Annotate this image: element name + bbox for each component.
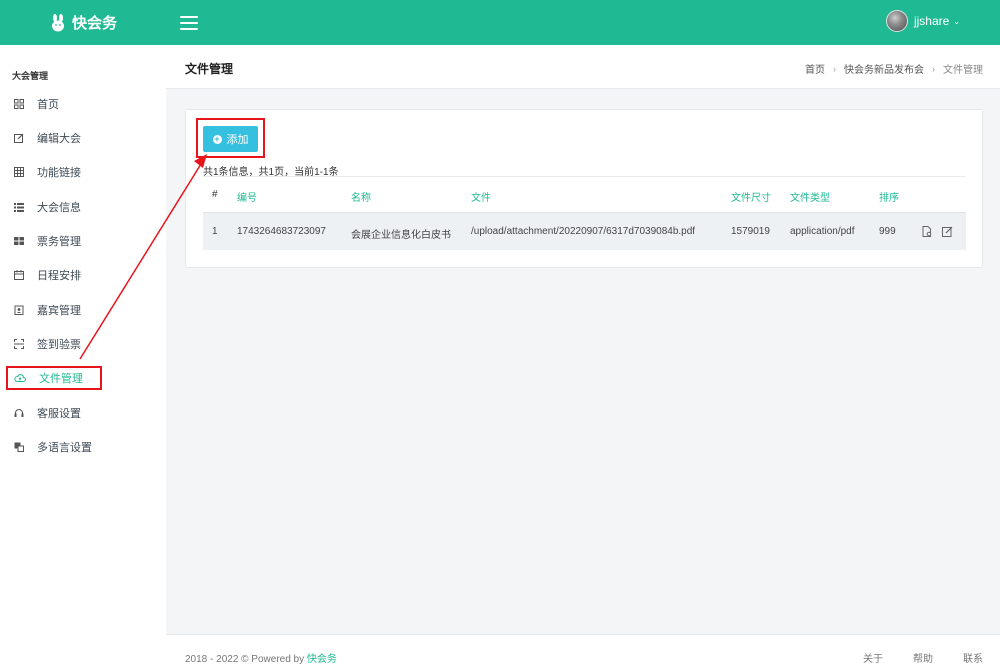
- breadcrumb-current: 文件管理: [943, 65, 983, 76]
- add-button[interactable]: + 添加: [203, 126, 258, 152]
- edit-icon[interactable]: [942, 226, 953, 237]
- cell-index: 1: [212, 226, 218, 237]
- chevron-down-icon: ⌄: [953, 16, 960, 26]
- add-button-label: 添加: [226, 134, 249, 146]
- translate-icon: [14, 442, 24, 452]
- sidebar-item-conference-info[interactable]: 大会信息: [0, 195, 166, 219]
- sidebar-item-guests[interactable]: 嘉宾管理: [0, 298, 166, 322]
- sidebar-item-label: 首页: [37, 99, 59, 111]
- page-header: 文件管理 首页 › 快会务新品发布会 › 文件管理: [166, 45, 1000, 89]
- sidebar-item-label: 多语言设置: [37, 442, 92, 454]
- footer-link-help[interactable]: 帮助: [913, 650, 933, 665]
- cell-name: 会展企业信息化白皮书: [351, 230, 451, 241]
- file-view-icon[interactable]: [922, 226, 933, 237]
- copyright-text: 2018 - 2022 © Powered by: [185, 654, 307, 665]
- column-header-index: #: [212, 189, 218, 200]
- sidebar-item-label: 编辑大会: [37, 133, 81, 145]
- powered-by-link[interactable]: 快会务: [307, 654, 337, 665]
- sidebar-item-edit-conference[interactable]: 编辑大会: [0, 126, 166, 150]
- footer: 2018 - 2022 © Powered by 快会务 关于 帮助 联系: [166, 634, 1000, 671]
- sidebar-item-label: 日程安排: [37, 270, 81, 282]
- calendar-icon: [14, 270, 24, 280]
- column-header-name: 名称: [351, 193, 371, 204]
- edit-icon: [14, 133, 24, 143]
- scan-icon: [14, 339, 24, 349]
- cell-size: 1579019: [731, 226, 770, 237]
- breadcrumb-home[interactable]: 首页: [805, 61, 825, 76]
- chevron-right-icon: ›: [932, 63, 935, 74]
- brand[interactable]: 快会务: [0, 0, 166, 45]
- sidebar-item-label: 票务管理: [37, 236, 81, 248]
- sidebar-item-ticketing[interactable]: 票务管理: [0, 229, 166, 253]
- table-row: 1 1743264683723097 会展企业信息化白皮书 /upload/at…: [203, 212, 966, 250]
- sidebar-item-label: 大会信息: [37, 202, 81, 214]
- sidebar-item-language[interactable]: 多语言设置: [0, 435, 166, 459]
- cell-id: 1743264683723097: [237, 226, 326, 237]
- footer-links: 关于 帮助 联系: [863, 650, 983, 665]
- sidebar-item-label: 嘉宾管理: [37, 305, 81, 317]
- badge-icon: [14, 305, 24, 315]
- column-header-file: 文件: [471, 193, 491, 204]
- user-menu[interactable]: jjshare ⌄: [885, 10, 960, 32]
- cloud-upload-icon: [14, 374, 26, 382]
- column-header-sort: 排序: [879, 193, 899, 204]
- column-header-type: 文件类型: [790, 193, 830, 204]
- copyright: 2018 - 2022 © Powered by 快会务: [185, 650, 337, 665]
- footer-link-about[interactable]: 关于: [863, 650, 883, 665]
- user-name: jjshare: [913, 14, 950, 28]
- sidebar-item-label: 功能链接: [37, 167, 81, 179]
- brand-name: 快会务: [72, 15, 118, 32]
- sidebar-item-label: 客服设置: [37, 408, 81, 420]
- headset-icon: [14, 409, 24, 417]
- sidebar-item-checkin[interactable]: 签到验票: [0, 332, 166, 356]
- breadcrumb-conference[interactable]: 快会务新品发布会: [844, 61, 924, 76]
- rabbit-logo-icon: [52, 13, 64, 31]
- sidebar-item-customer-service[interactable]: 客服设置: [0, 401, 166, 425]
- avatar: [885, 10, 908, 32]
- cell-sort: 999: [879, 226, 896, 237]
- sidebar-item-function-links[interactable]: 功能链接: [0, 160, 166, 184]
- sidebar-section-title: 大会管理: [12, 71, 49, 81]
- grid-icon: [14, 167, 24, 177]
- footer-link-contact[interactable]: 联系: [963, 650, 983, 665]
- cell-file: /upload/attachment/20220907/6317d7039084…: [471, 226, 696, 237]
- cell-type: application/pdf: [790, 226, 855, 237]
- breadcrumb: 首页 › 快会务新品发布会 › 文件管理: [805, 61, 983, 77]
- plus-circle-icon: +: [212, 133, 222, 144]
- table-header: # 编号 名称 文件 文件尺寸 文件类型 排序: [203, 176, 966, 212]
- sidebar-item-label: 文件管理: [39, 373, 83, 385]
- ticket-icon: [14, 237, 24, 245]
- page-title: 文件管理: [185, 62, 234, 76]
- chevron-right-icon: ›: [833, 63, 836, 74]
- dashboard-icon: [14, 99, 24, 109]
- top-bar: 快会务 jjshare ⌄: [0, 0, 1000, 45]
- sidebar-item-file-management[interactable]: 文件管理: [6, 366, 102, 390]
- column-header-id: 编号: [237, 193, 257, 204]
- sidebar-item-schedule[interactable]: 日程安排: [0, 263, 166, 287]
- sidebar-item-home[interactable]: 首页: [0, 92, 166, 116]
- sidebar-item-label: 签到验票: [37, 339, 81, 351]
- column-header-size: 文件尺寸: [731, 193, 771, 204]
- menu-toggle-icon[interactable]: [180, 15, 198, 30]
- list-icon: [14, 203, 24, 212]
